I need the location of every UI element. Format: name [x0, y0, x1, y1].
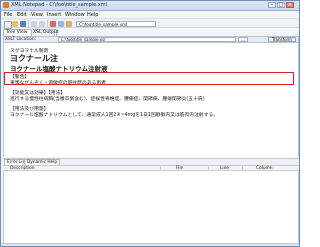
copy-icon[interactable]	[58, 20, 64, 27]
transform-button[interactable]: Transform	[268, 37, 296, 42]
toolbar-separator	[47, 20, 48, 27]
warning-highlight	[4, 71, 294, 85]
menu-help[interactable]: Help	[87, 12, 98, 18]
file-path-combo[interactable]: C:\foo\title_sample.xml	[76, 20, 156, 27]
toolbar-separator	[28, 20, 29, 27]
status-bar	[1, 243, 299, 246]
xslt-location-input[interactable]: C:\foo\title_sample.xsl	[58, 37, 236, 42]
menu-file[interactable]: File	[4, 12, 12, 18]
redo-icon[interactable]	[39, 20, 45, 27]
open-folder-icon[interactable]	[12, 20, 18, 27]
cut-icon[interactable]	[50, 20, 56, 27]
paste-icon[interactable]	[66, 20, 72, 27]
column-file[interactable]: File	[176, 166, 183, 171]
xslt-location-label: XSLT Location:	[5, 37, 37, 42]
error-list[interactable]	[3, 171, 299, 243]
save-icon[interactable]	[20, 20, 26, 27]
menu-edit[interactable]: Edit	[17, 12, 27, 18]
app-icon	[3, 2, 9, 8]
menu-view[interactable]: View	[31, 12, 43, 18]
new-file-icon[interactable]	[4, 20, 12, 29]
maximize-button[interactable]: □	[277, 2, 285, 8]
window-title: XML Notepad - C:\foo\title_sample.xml	[11, 1, 108, 8]
xslt-browse-button[interactable]: ...	[238, 37, 248, 42]
tab-xsl-output[interactable]: XSL Output	[31, 29, 59, 36]
dosage-text: ヨクナール塩酸ナトリウムとして、通常成人1回2※~4mgを1日1回静脈内又は筋肉…	[10, 113, 219, 118]
menu-bar: File Edit View Insert Window Help	[1, 11, 299, 19]
undo-icon[interactable]	[31, 20, 37, 27]
indications-text: 進行する慢性柱病胸(当番卒倒含む)、症候性脊椎症、腰痛症、関節痛、腫瘍関節炎(五…	[10, 97, 205, 102]
column-description[interactable]: Description	[10, 166, 34, 171]
minimize-button[interactable]: –	[268, 2, 276, 8]
close-button[interactable]: ×	[286, 2, 294, 8]
xsl-output-view: ヌグヨヲナル製剤 ヨクナール注 ヨクナール塩酸ナトリウム注射液 【警告】 重篤な…	[3, 43, 299, 157]
menu-window[interactable]: Window	[65, 12, 85, 18]
menu-insert[interactable]: Insert	[47, 12, 61, 18]
column-line[interactable]: Line	[220, 166, 229, 171]
column-column[interactable]: Column	[256, 166, 272, 171]
